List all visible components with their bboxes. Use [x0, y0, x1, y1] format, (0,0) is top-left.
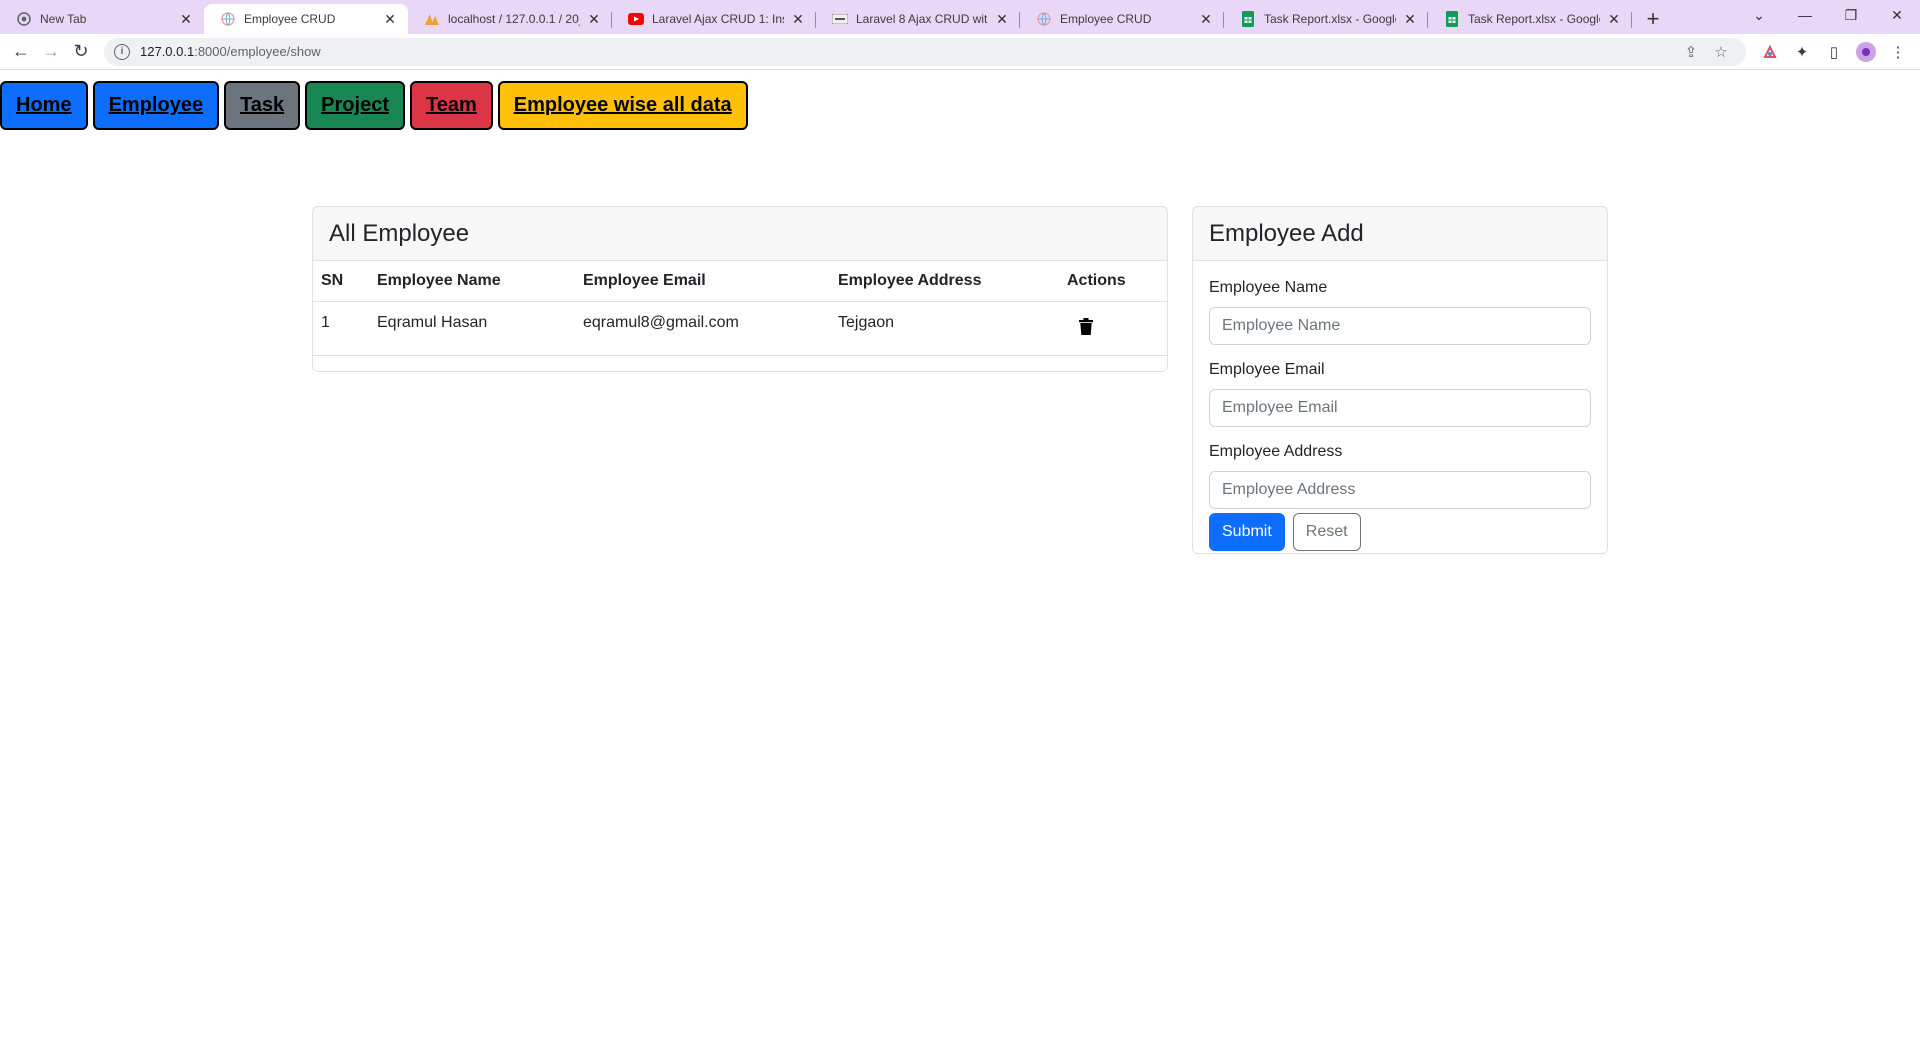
browser-tab[interactable]: Task Report.xlsx - Google S ✕ [1224, 4, 1428, 34]
bookmark-star-icon[interactable]: ☆ [1706, 43, 1736, 61]
close-icon[interactable]: ✕ [1402, 11, 1418, 27]
browser-tab[interactable]: New Tab ✕ [0, 4, 204, 34]
nav-project-button[interactable]: Project [305, 81, 405, 130]
tab-title: Laravel 8 Ajax CRUD with e [856, 12, 988, 26]
column-header-address: Employee Address [830, 261, 1059, 302]
sheets-icon [1240, 11, 1256, 27]
reset-button[interactable]: Reset [1292, 513, 1361, 551]
column-header-sn: SN [313, 261, 369, 302]
reload-icon[interactable]: ↻ [66, 37, 96, 67]
nav-employee-button[interactable]: Employee [92, 81, 220, 130]
url-path: :8000/employee/show [194, 44, 321, 59]
employee-add-form: Employee Name Employee Email Employee Ad… [1193, 261, 1607, 551]
tab-title: Task Report.xlsx - Google S [1468, 12, 1600, 26]
url-host: 127.0.0.1 [140, 44, 195, 59]
extension-colorful-icon[interactable] [1754, 37, 1786, 67]
cell-name: Eqramul Hasan [369, 301, 575, 356]
close-icon[interactable]: ✕ [994, 11, 1010, 27]
column-header-email: Employee Email [575, 261, 830, 302]
name-label: Employee Name [1209, 279, 1328, 296]
cell-sn: 1 [313, 301, 369, 356]
employee-add-card: Employee Add Employee Name Employee Emai… [1192, 206, 1608, 554]
new-tab-button[interactable]: + [1638, 4, 1668, 34]
browser-tab[interactable]: Laravel 8 Ajax CRUD with e ✕ [816, 4, 1020, 34]
globe-icon [1036, 11, 1052, 27]
submit-button[interactable]: Submit [1209, 513, 1285, 551]
sheets-icon [1444, 11, 1460, 27]
tab-separator [1631, 12, 1632, 28]
cell-address: Tejgaon [830, 301, 1059, 356]
tab-title: Employee CRUD [1060, 12, 1152, 26]
main-nav: Home Employee Task Project Team Employee… [0, 81, 753, 130]
youtube-icon [628, 11, 644, 27]
employee-address-input[interactable] [1209, 471, 1591, 509]
chrome-icon [16, 11, 32, 27]
nav-task-button[interactable]: Task [224, 81, 301, 130]
phpmyadmin-icon [424, 11, 440, 27]
column-header-name: Employee Name [369, 261, 575, 302]
minimize-icon[interactable]: — [1782, 0, 1828, 30]
browser-tab[interactable]: localhost / 127.0.0.1 / 20_a ✕ [408, 4, 612, 34]
site-icon [832, 11, 848, 27]
address-bar[interactable]: i 127.0.0.1:8000/employee/show ⇪ ☆ [104, 37, 1746, 66]
email-label: Employee Email [1209, 361, 1325, 378]
browser-tab-bar: New Tab ✕ Employee CRUD ✕ localhost / 12… [0, 0, 1920, 34]
tab-title: Laravel Ajax CRUD 1: Inser [652, 12, 784, 26]
tab-title: localhost / 127.0.0.1 / 20_a [448, 12, 580, 26]
close-icon[interactable]: ✕ [790, 11, 806, 27]
nav-employee-wise-data-button[interactable]: Employee wise all data [497, 81, 748, 130]
menu-kebab-icon[interactable]: ⋮ [1882, 37, 1914, 67]
forward-icon[interactable]: → [36, 37, 66, 67]
close-icon[interactable]: ✕ [1606, 11, 1622, 27]
delete-trash-icon[interactable] [1079, 317, 1099, 340]
browser-tab[interactable]: Employee CRUD ✕ [1020, 4, 1224, 34]
tab-title: Employee CRUD [244, 12, 336, 26]
form-buttons: Submit Reset [1209, 513, 1591, 551]
profile-avatar[interactable] [1850, 37, 1882, 67]
restore-icon[interactable]: ❐ [1828, 0, 1874, 30]
globe-icon [220, 11, 236, 27]
column-header-actions: Actions [1059, 261, 1167, 302]
employee-list-card: All Employee SN Employee Name Employee E… [312, 206, 1168, 372]
avatar [1856, 41, 1876, 62]
window-close-icon[interactable]: ✕ [1874, 0, 1920, 30]
cell-actions [1059, 301, 1167, 356]
close-icon[interactable]: ✕ [1198, 11, 1214, 27]
close-icon[interactable]: ✕ [382, 11, 398, 27]
table-header-row: SN Employee Name Employee Email Employee… [313, 261, 1167, 302]
browser-tab-active[interactable]: Employee CRUD ✕ [204, 4, 408, 34]
share-icon[interactable]: ⇪ [1676, 43, 1706, 61]
side-panel-icon[interactable]: ▯ [1818, 37, 1850, 67]
close-icon[interactable]: ✕ [586, 11, 602, 27]
address-label: Employee Address [1209, 443, 1343, 460]
tab-search-icon[interactable]: ⌄ [1736, 0, 1782, 30]
extensions-puzzle-icon[interactable]: ✦ [1786, 37, 1818, 67]
tab-title: Task Report.xlsx - Google S [1264, 12, 1396, 26]
nav-team-button[interactable]: Team [409, 81, 493, 130]
employee-list-title: All Employee [313, 207, 1167, 261]
nav-home-button[interactable]: Home [0, 81, 88, 130]
back-icon[interactable]: ← [6, 37, 36, 67]
employee-add-title: Employee Add [1193, 207, 1607, 261]
employee-table: SN Employee Name Employee Email Employee… [313, 261, 1167, 356]
browser-tab[interactable]: Laravel Ajax CRUD 1: Inser ✕ [612, 4, 816, 34]
employee-name-input[interactable] [1209, 307, 1591, 345]
table-row: 1 Eqramul Hasan eqramul8@gmail.com Tejga… [313, 301, 1167, 356]
close-icon[interactable]: ✕ [178, 11, 194, 27]
employee-email-input[interactable] [1209, 389, 1591, 427]
tab-title: New Tab [40, 12, 87, 26]
page-content: Home Employee Task Project Team Employee… [0, 70, 1920, 1040]
cell-email: eqramul8@gmail.com [575, 301, 830, 356]
site-info-icon[interactable]: i [114, 43, 130, 60]
browser-toolbar: ← → ↻ i 127.0.0.1:8000/employee/show ⇪ ☆… [0, 34, 1920, 70]
browser-tab[interactable]: Task Report.xlsx - Google S ✕ [1428, 4, 1632, 34]
window-controls: ⌄ — ❐ ✕ [1736, 0, 1920, 34]
